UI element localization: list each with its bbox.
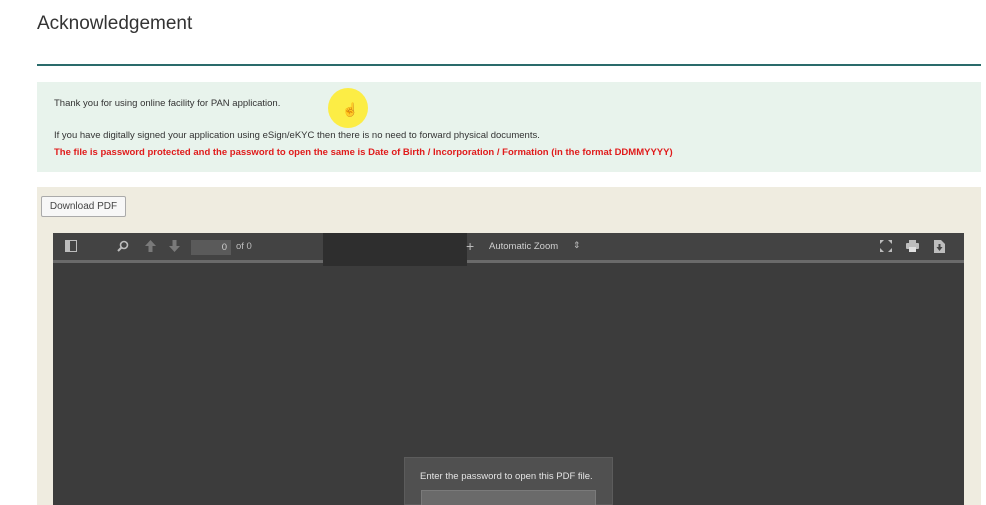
next-page-icon[interactable]	[169, 240, 180, 256]
page-title: Acknowledgement	[37, 13, 193, 34]
zoom-select[interactable]: Automatic Zoom	[489, 241, 558, 252]
pdf-viewer: 0 of 0 + Automatic Zoom ⇕ Enter the pass…	[53, 233, 964, 505]
previous-page-icon[interactable]	[145, 240, 156, 256]
print-icon[interactable]	[906, 240, 919, 256]
title-divider	[37, 64, 981, 66]
search-icon[interactable]	[117, 240, 129, 256]
fullscreen-icon[interactable]	[880, 240, 892, 256]
pdf-toolbar: 0 of 0 + Automatic Zoom ⇕	[53, 233, 964, 266]
acknowledgement-page: Acknowledgement Thank you for using onli…	[0, 0, 986, 505]
pdf-section: Download PDF 0 of 0 + Automatic Zoom ⇕ E…	[37, 187, 981, 505]
hand-cursor-icon: ☝	[342, 102, 359, 117]
zoom-in-icon[interactable]: +	[466, 239, 474, 253]
sidebar-toggle-icon[interactable]	[65, 240, 77, 256]
page-number-input[interactable]: 0	[191, 240, 231, 255]
zoom-dropdown-icon[interactable]: ⇕	[573, 240, 581, 251]
page-count: of 0	[236, 241, 252, 252]
obscured-toolbar-region	[323, 233, 467, 266]
thank-you-message: Thank you for using online facility for …	[54, 98, 281, 109]
download-icon[interactable]	[934, 240, 945, 257]
password-input[interactable]	[421, 490, 596, 505]
password-prompt: Enter the password to open this PDF file…	[420, 471, 593, 482]
password-dialog: Enter the password to open this PDF file…	[404, 457, 613, 505]
download-pdf-button[interactable]: Download PDF	[41, 196, 126, 217]
esign-message: If you have digitally signed your applic…	[54, 130, 540, 141]
password-warning: The file is password protected and the p…	[54, 147, 673, 158]
notice-panel: Thank you for using online facility for …	[37, 82, 981, 172]
